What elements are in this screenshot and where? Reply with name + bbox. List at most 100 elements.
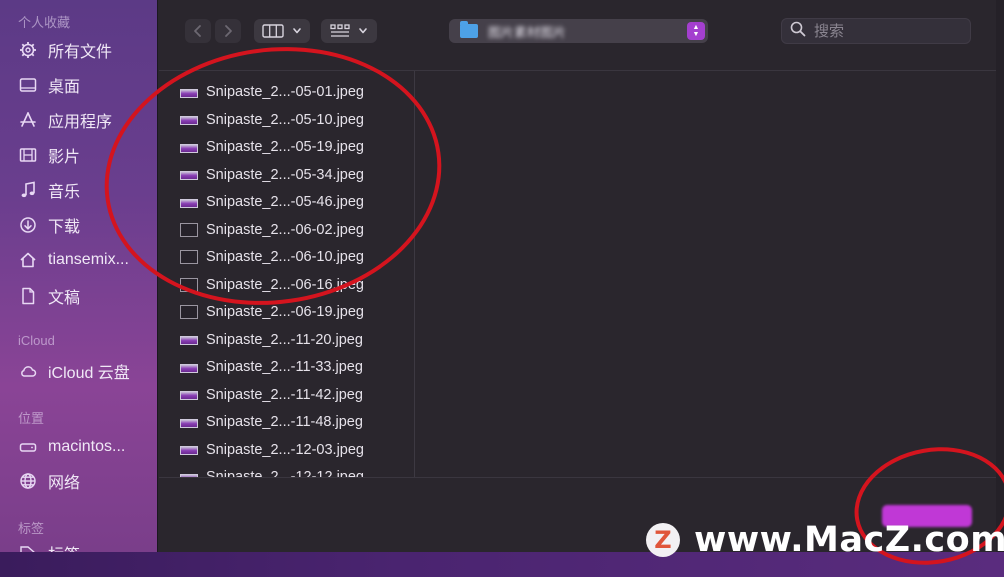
file-name: Snipaste_2...-11-20.jpeg: [206, 331, 363, 348]
search-input[interactable]: [812, 21, 956, 41]
file-name: Snipaste_2...-11-33.jpeg: [206, 359, 363, 375]
gear-icon: [18, 40, 38, 60]
sidebar-section-icloud: iCloud: [18, 333, 55, 348]
chevron-down-icon: [292, 27, 302, 35]
file-name: Snipaste_2...-05-46.jpeg: [206, 194, 364, 210]
sidebar-item-music[interactable]: 音乐: [18, 177, 154, 203]
sidebar-item-label: tiansemix...: [48, 251, 129, 268]
sidebar: 个人收藏 所有文件 桌面 应用程序 影片 音乐 下载 tiansemix... …: [0, 0, 158, 552]
file-row[interactable]: Snipaste_2...-06-10.jpeg: [159, 244, 414, 270]
image-thumbnail-icon: [180, 418, 198, 428]
file-row[interactable]: Snipaste_2...-12-03.jpeg: [159, 437, 414, 463]
file-name: Snipaste_2...-06-02.jpeg: [206, 221, 364, 238]
sidebar-item-label: 桌面: [48, 79, 81, 96]
dark-thumbnail-icon: [180, 250, 198, 264]
file-name: Snipaste_2...-12-03.jpeg: [206, 441, 364, 458]
file-row[interactable]: Snipaste_2...-05-01.jpeg: [159, 79, 414, 105]
up-down-chevron-icon: ▲ ▼: [687, 22, 705, 40]
image-thumbnail-icon: [180, 446, 198, 455]
file-row[interactable]: Snipaste_2...-06-16.jpeg: [159, 272, 414, 298]
sidebar-item-documents[interactable]: 文稿: [18, 283, 154, 309]
chevron-right-icon: [223, 24, 233, 38]
dark-thumbnail-icon: [180, 222, 198, 237]
sidebar-item-downloads[interactable]: 下载: [18, 212, 154, 238]
sidebar-item-home[interactable]: tiansemix...: [18, 247, 154, 273]
file-row[interactable]: Snipaste_2...-11-33.jpeg: [159, 354, 414, 380]
file-dialog-window: 个人收藏 所有文件 桌面 应用程序 影片 音乐 下载 tiansemix... …: [0, 0, 1004, 552]
file-row[interactable]: Snipaste_2...-05-46.jpeg: [159, 189, 414, 215]
music-icon: [18, 180, 38, 200]
file-row[interactable]: Snipaste_2...-05-19.jpeg: [159, 134, 414, 160]
image-thumbnail-icon: [180, 143, 198, 153]
network-icon: [18, 471, 38, 491]
tag-icon: [18, 543, 38, 552]
sidebar-item-label: macintos...: [48, 438, 126, 455]
chevron-down-icon: [358, 27, 368, 35]
file-name: Snipaste_2...-06-10.jpeg: [206, 249, 364, 265]
file-row[interactable]: Snipaste_2...-06-02.jpeg: [159, 217, 414, 243]
sidebar-item-all-files[interactable]: 所有文件: [18, 37, 154, 63]
view-mode-dropdown[interactable]: [254, 19, 310, 43]
applications-icon: [18, 110, 38, 130]
sidebar-item-macintosh-hd[interactable]: macintos...: [18, 434, 154, 460]
image-thumbnail-icon: [180, 116, 198, 125]
file-name: Snipaste_2...-06-19.jpeg: [206, 304, 364, 320]
file-name: Snipaste_2...-05-01.jpeg: [206, 84, 364, 100]
watermark-text: www.MacZ.com: [694, 520, 1004, 560]
forward-button[interactable]: [215, 19, 241, 43]
sidebar-item-label: 下载: [48, 219, 81, 236]
group-icon: [330, 24, 350, 38]
column-view-icon: [262, 24, 284, 38]
sidebar-item-applications[interactable]: 应用程序: [18, 107, 154, 133]
sidebar-item-tags[interactable]: 标签: [18, 540, 154, 552]
sidebar-item-label: 音乐: [48, 184, 81, 201]
file-row[interactable]: Snipaste_2...-11-48.jpeg: [159, 409, 414, 435]
sidebar-item-icloud-drive[interactable]: iCloud 云盘: [18, 358, 154, 384]
location-name: 图片素材图片: [488, 24, 567, 40]
dark-thumbnail-icon: [180, 277, 198, 292]
preview-column: [415, 71, 1004, 478]
sidebar-item-network[interactable]: 网络: [18, 468, 154, 494]
back-button[interactable]: [185, 19, 211, 43]
sidebar-item-label: 网络: [48, 475, 81, 492]
home-icon: [18, 250, 38, 270]
sidebar-item-label: 应用程序: [48, 114, 113, 131]
location-popup[interactable]: 图片素材图片 ▲ ▼: [449, 19, 708, 43]
sidebar-section-locations: 位置: [18, 411, 45, 426]
toolbar: 图片素材图片 ▲ ▼: [159, 0, 1004, 64]
file-row[interactable]: Snipaste_2...-11-20.jpeg: [159, 327, 414, 353]
sidebar-item-desktop[interactable]: 桌面: [18, 72, 154, 98]
sidebar-item-label: 标签: [48, 541, 80, 552]
disk-icon: [18, 437, 38, 457]
image-thumbnail-icon: [180, 171, 198, 180]
file-name: Snipaste_2...-11-42.jpeg: [206, 386, 363, 403]
sidebar-item-movies[interactable]: 影片: [18, 142, 154, 168]
sidebar-item-label: 所有文件: [48, 44, 113, 61]
sidebar-item-label: iCloud 云盘: [48, 365, 130, 382]
file-row[interactable]: Snipaste_2...-05-10.jpeg: [159, 107, 414, 133]
file-row[interactable]: Snipaste_2...-05-34.jpeg: [159, 162, 414, 188]
file-name: Snipaste_2...-05-34.jpeg: [206, 166, 364, 183]
sidebar-item-label: 影片: [48, 149, 81, 166]
file-row[interactable]: Snipaste_2...-06-19.jpeg: [159, 299, 414, 325]
image-thumbnail-icon: [180, 88, 198, 98]
file-row[interactable]: Snipaste_2...-12-12.jpeg: [159, 464, 414, 478]
image-thumbnail-icon: [180, 336, 198, 345]
search-field[interactable]: [781, 18, 971, 44]
sidebar-section-tags: 标签: [18, 521, 45, 536]
sidebar-section-favorites: 个人收藏: [18, 15, 71, 30]
image-thumbnail-icon: [180, 198, 198, 208]
desktop-icon: [18, 75, 38, 95]
macz-logo: Z: [646, 523, 680, 557]
chevron-left-icon: [193, 24, 203, 38]
file-row[interactable]: Snipaste_2...-11-42.jpeg: [159, 382, 414, 408]
download-icon: [18, 215, 38, 235]
file-name: Snipaste_2...-05-10.jpeg: [206, 111, 364, 128]
file-name: Snipaste_2...-05-19.jpeg: [206, 139, 364, 155]
folder-icon: [460, 21, 478, 38]
search-icon: [782, 21, 806, 42]
file-name: Snipaste_2...-11-48.jpeg: [206, 414, 363, 430]
cloud-icon: [18, 361, 38, 381]
group-dropdown[interactable]: [321, 19, 377, 43]
film-icon: [18, 145, 38, 165]
